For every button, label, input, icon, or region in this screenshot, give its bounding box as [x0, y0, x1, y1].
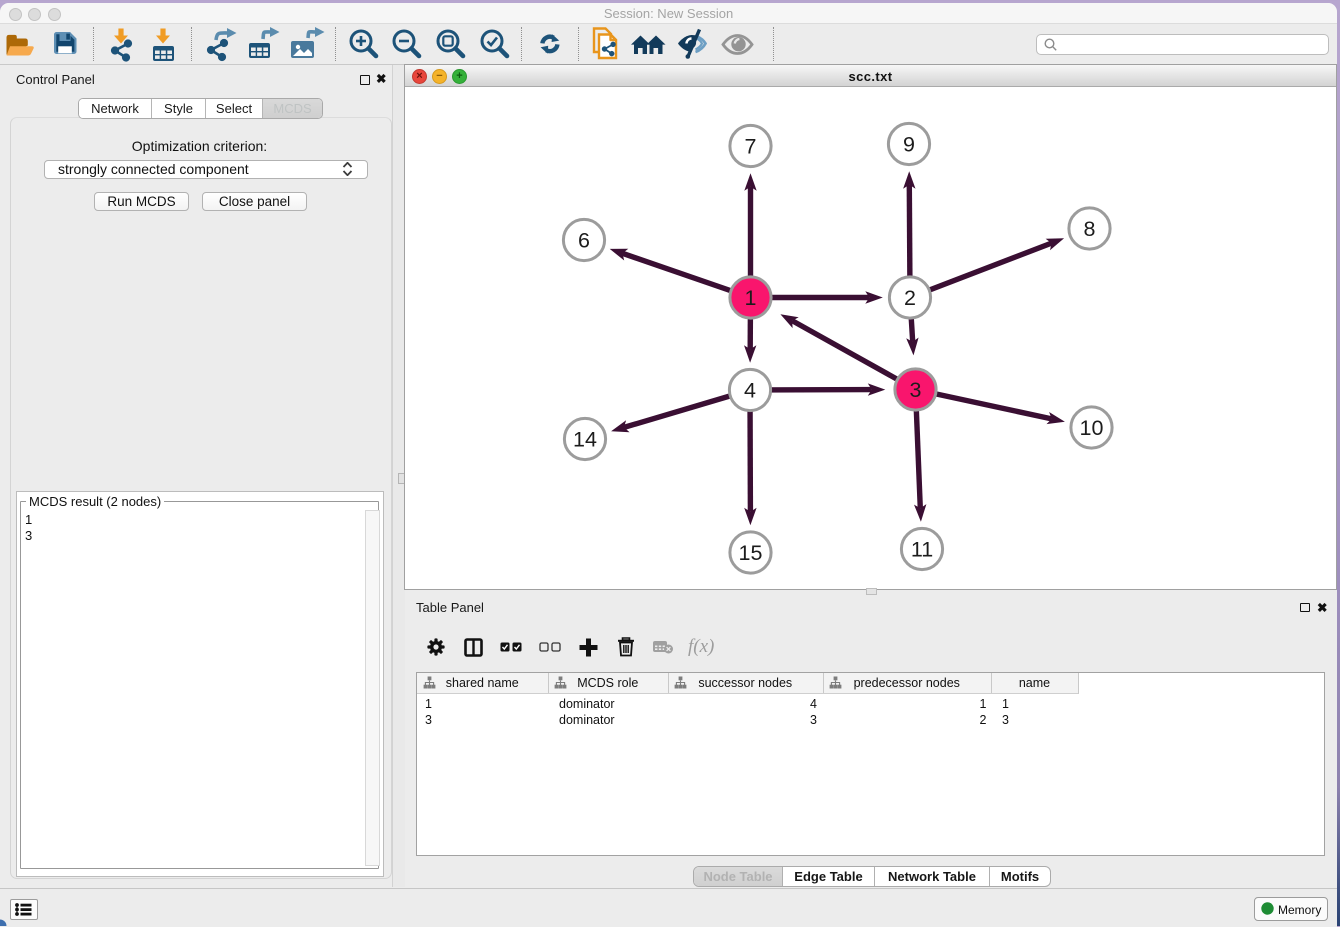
svg-text:11: 11	[911, 537, 933, 561]
svg-text:9: 9	[903, 132, 915, 156]
svg-text:14: 14	[573, 427, 597, 451]
svg-text:8: 8	[1084, 217, 1096, 241]
svg-text:1: 1	[745, 286, 757, 310]
svg-text:7: 7	[745, 134, 757, 158]
svg-text:15: 15	[739, 541, 763, 565]
svg-text:10: 10	[1080, 416, 1104, 440]
svg-text:4: 4	[744, 378, 756, 402]
svg-text:6: 6	[578, 228, 590, 252]
svg-text:3: 3	[910, 378, 922, 402]
svg-text:2: 2	[904, 286, 916, 310]
